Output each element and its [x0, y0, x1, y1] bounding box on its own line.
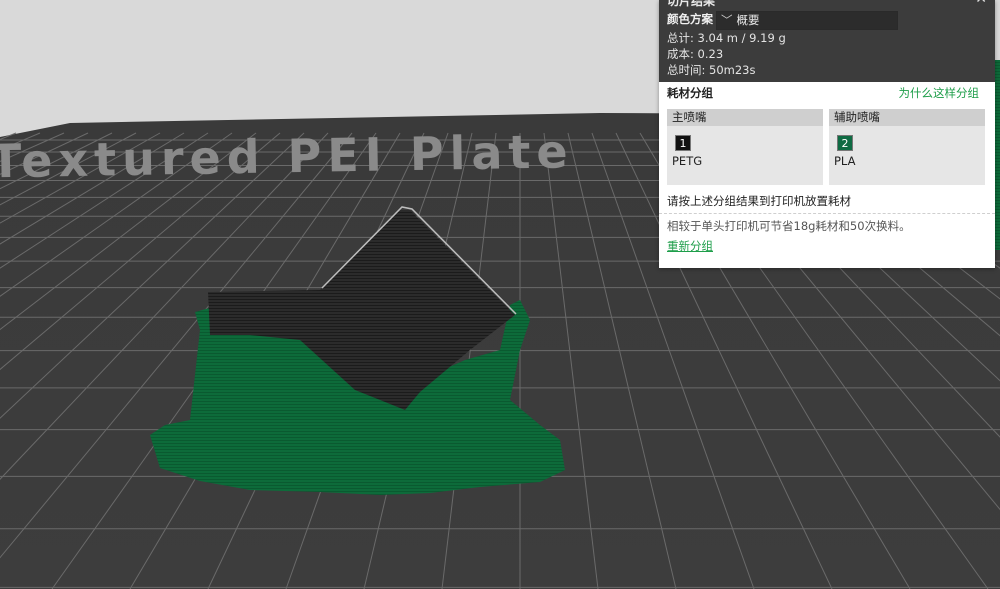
slice-result-panel: 切片结果 ✕ 颜色方案 ﹀概要 总计: 3.04 m / 9.19 g 成本: …: [659, 0, 995, 268]
why-grouping-link[interactable]: 为什么这样分组: [899, 85, 980, 101]
divider: [659, 213, 995, 214]
color-scheme-value: 概要: [736, 13, 760, 27]
regroup-link[interactable]: 重新分组: [667, 238, 713, 254]
color-scheme-label: 颜色方案: [667, 12, 713, 26]
time-stat: 总时间: 50m23s: [667, 63, 756, 77]
panel-title: 切片结果: [667, 0, 716, 8]
left-nozzle-group: 主喷嘴 1 PETG: [667, 109, 823, 185]
slice-summary: 切片结果 ✕ 颜色方案 ﹀概要 总计: 3.04 m / 9.19 g 成本: …: [659, 0, 995, 82]
placement-instruction: 请按上述分组结果到打印机放置耗材: [667, 194, 851, 208]
plate-label: Textured PEI Plate: [0, 124, 574, 188]
filament-material-2: PLA: [834, 154, 856, 168]
cost-stat: 成本: 0.23: [667, 47, 724, 61]
total-stat: 总计: 3.04 m / 9.19 g: [667, 31, 786, 45]
right-nozzle-title: 辅助喷嘴: [829, 109, 985, 126]
left-nozzle-title: 主喷嘴: [667, 109, 823, 126]
chevron-down-icon: ﹀: [721, 13, 733, 27]
right-nozzle-group: 辅助喷嘴 2 PLA: [829, 109, 985, 185]
color-scheme-dropdown[interactable]: ﹀ 概要: [716, 11, 898, 30]
close-icon[interactable]: ✕: [975, 0, 987, 7]
filament-slot-2[interactable]: 2: [837, 135, 853, 151]
filament-slot-1[interactable]: 1: [675, 135, 691, 151]
savings-note: 相较于单头打印机可节省18g耗材和50次换料。: [667, 219, 911, 233]
filament-material-1: PETG: [672, 154, 703, 168]
filament-grouping-header: 耗材分组: [667, 86, 713, 100]
